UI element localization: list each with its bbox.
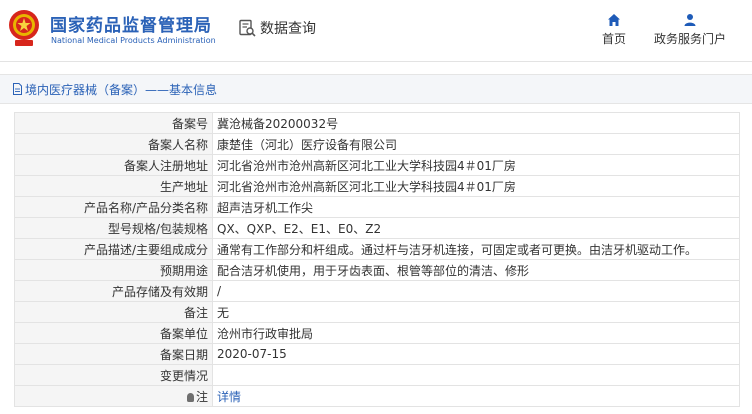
- field-label: 备案人注册地址: [14, 154, 213, 176]
- user-icon: [684, 14, 696, 26]
- detail-section: 境内医疗器械（备案）——基本信息 备案号 冀沧械备20200032号 备案人名称…: [0, 74, 752, 407]
- field-value: QX、QXP、E2、E1、E0、Z2: [212, 217, 740, 239]
- home-icon: [608, 14, 620, 26]
- nav-home[interactable]: 首页: [592, 13, 636, 47]
- table-row: 生产地址 河北省沧州市沧州高新区河北工业大学科技园4＃01厂房: [14, 175, 740, 197]
- org-name-cn[interactable]: 国家药品监督管理局: [50, 11, 212, 36]
- field-value: 2020-07-15: [212, 343, 740, 365]
- note-label-cell: 注: [14, 385, 213, 407]
- data-query-label: 数据查询: [260, 21, 316, 37]
- field-label: 备案日期: [14, 343, 213, 365]
- table-row: 备注 无: [14, 301, 740, 323]
- table-row: 备案人名称 康楚佳（河北）医疗设备有限公司: [14, 133, 740, 155]
- field-value: [212, 364, 740, 386]
- field-label: 产品描述/主要组成成分: [14, 238, 213, 260]
- breadcrumb: 境内医疗器械（备案）——基本信息: [0, 74, 752, 104]
- field-value: 超声洁牙机工作尖: [212, 196, 740, 218]
- field-label: 备案号: [14, 112, 213, 134]
- nav-service-label: 政务服务门户: [653, 32, 726, 46]
- field-value: 河北省沧州市沧州高新区河北工业大学科技园4＃01厂房: [212, 175, 740, 197]
- table-row: 备案号 冀沧械备20200032号: [14, 112, 740, 134]
- field-value: 无: [212, 301, 740, 323]
- field-value: 康楚佳（河北）医疗设备有限公司: [212, 133, 740, 155]
- document-icon: [13, 83, 22, 95]
- data-query-link[interactable]: 数据查询: [238, 18, 316, 38]
- field-label: 型号规格/包装规格: [14, 217, 213, 239]
- field-value: 配合洁牙机使用，用于牙齿表面、根管等部位的清洁、修形: [212, 259, 740, 281]
- field-label: 备案单位: [14, 322, 213, 344]
- nav-service-portal[interactable]: 政务服务门户: [650, 13, 730, 47]
- table-row: 变更情况: [14, 364, 740, 386]
- table-row: 产品名称/产品分类名称 超声洁牙机工作尖: [14, 196, 740, 218]
- table-row: 备案单位 沧州市行政审批局: [14, 322, 740, 344]
- field-value: 通常有工作部分和杆组成。通过杆与洁牙机连接，可固定或者可更换。由洁牙机驱动工作。: [212, 238, 740, 260]
- field-label: 备案人名称: [14, 133, 213, 155]
- table-row: 备案人注册地址 河北省沧州市沧州高新区河北工业大学科技园4＃01厂房: [14, 154, 740, 176]
- table-row: 预期用途 配合洁牙机使用，用于牙齿表面、根管等部位的清洁、修形: [14, 259, 740, 281]
- field-label: 备注: [14, 301, 213, 323]
- field-value: /: [212, 280, 740, 302]
- field-value: 沧州市行政审批局: [212, 322, 740, 344]
- table-row: 产品存储及有效期 /: [14, 280, 740, 302]
- field-label: 生产地址: [14, 175, 213, 197]
- field-label: 预期用途: [14, 259, 213, 281]
- table-row: 注 详情: [14, 385, 740, 407]
- field-label: 注: [195, 389, 208, 404]
- lightbulb-icon: [186, 392, 194, 402]
- record-info-table: 备案号 冀沧械备20200032号 备案人名称 康楚佳（河北）医疗设备有限公司 …: [14, 112, 740, 407]
- field-label: 产品名称/产品分类名称: [14, 196, 213, 218]
- details-link[interactable]: 详情: [212, 385, 740, 407]
- field-label: 变更情况: [14, 364, 213, 386]
- table-row: 产品描述/主要组成成分 通常有工作部分和杆组成。通过杆与洁牙机连接，可固定或者可…: [14, 238, 740, 260]
- national-emblem-logo[interactable]: [6, 8, 42, 48]
- field-value: 河北省沧州市沧州高新区河北工业大学科技园4＃01厂房: [212, 154, 740, 176]
- field-label: 产品存储及有效期: [14, 280, 213, 302]
- nav-home-label: 首页: [601, 32, 626, 46]
- site-header: 国家药品监督管理局 National Medical Products Admi…: [0, 0, 752, 62]
- table-row: 备案日期 2020-07-15: [14, 343, 740, 365]
- field-value: 冀沧械备20200032号: [212, 112, 740, 134]
- table-row: 型号规格/包装规格 QX、QXP、E2、E1、E0、Z2: [14, 217, 740, 239]
- document-search-icon: [239, 19, 256, 37]
- breadcrumb-text: 境内医疗器械（备案）——基本信息: [25, 82, 218, 97]
- org-name-en[interactable]: National Medical Products Administration: [51, 36, 216, 45]
